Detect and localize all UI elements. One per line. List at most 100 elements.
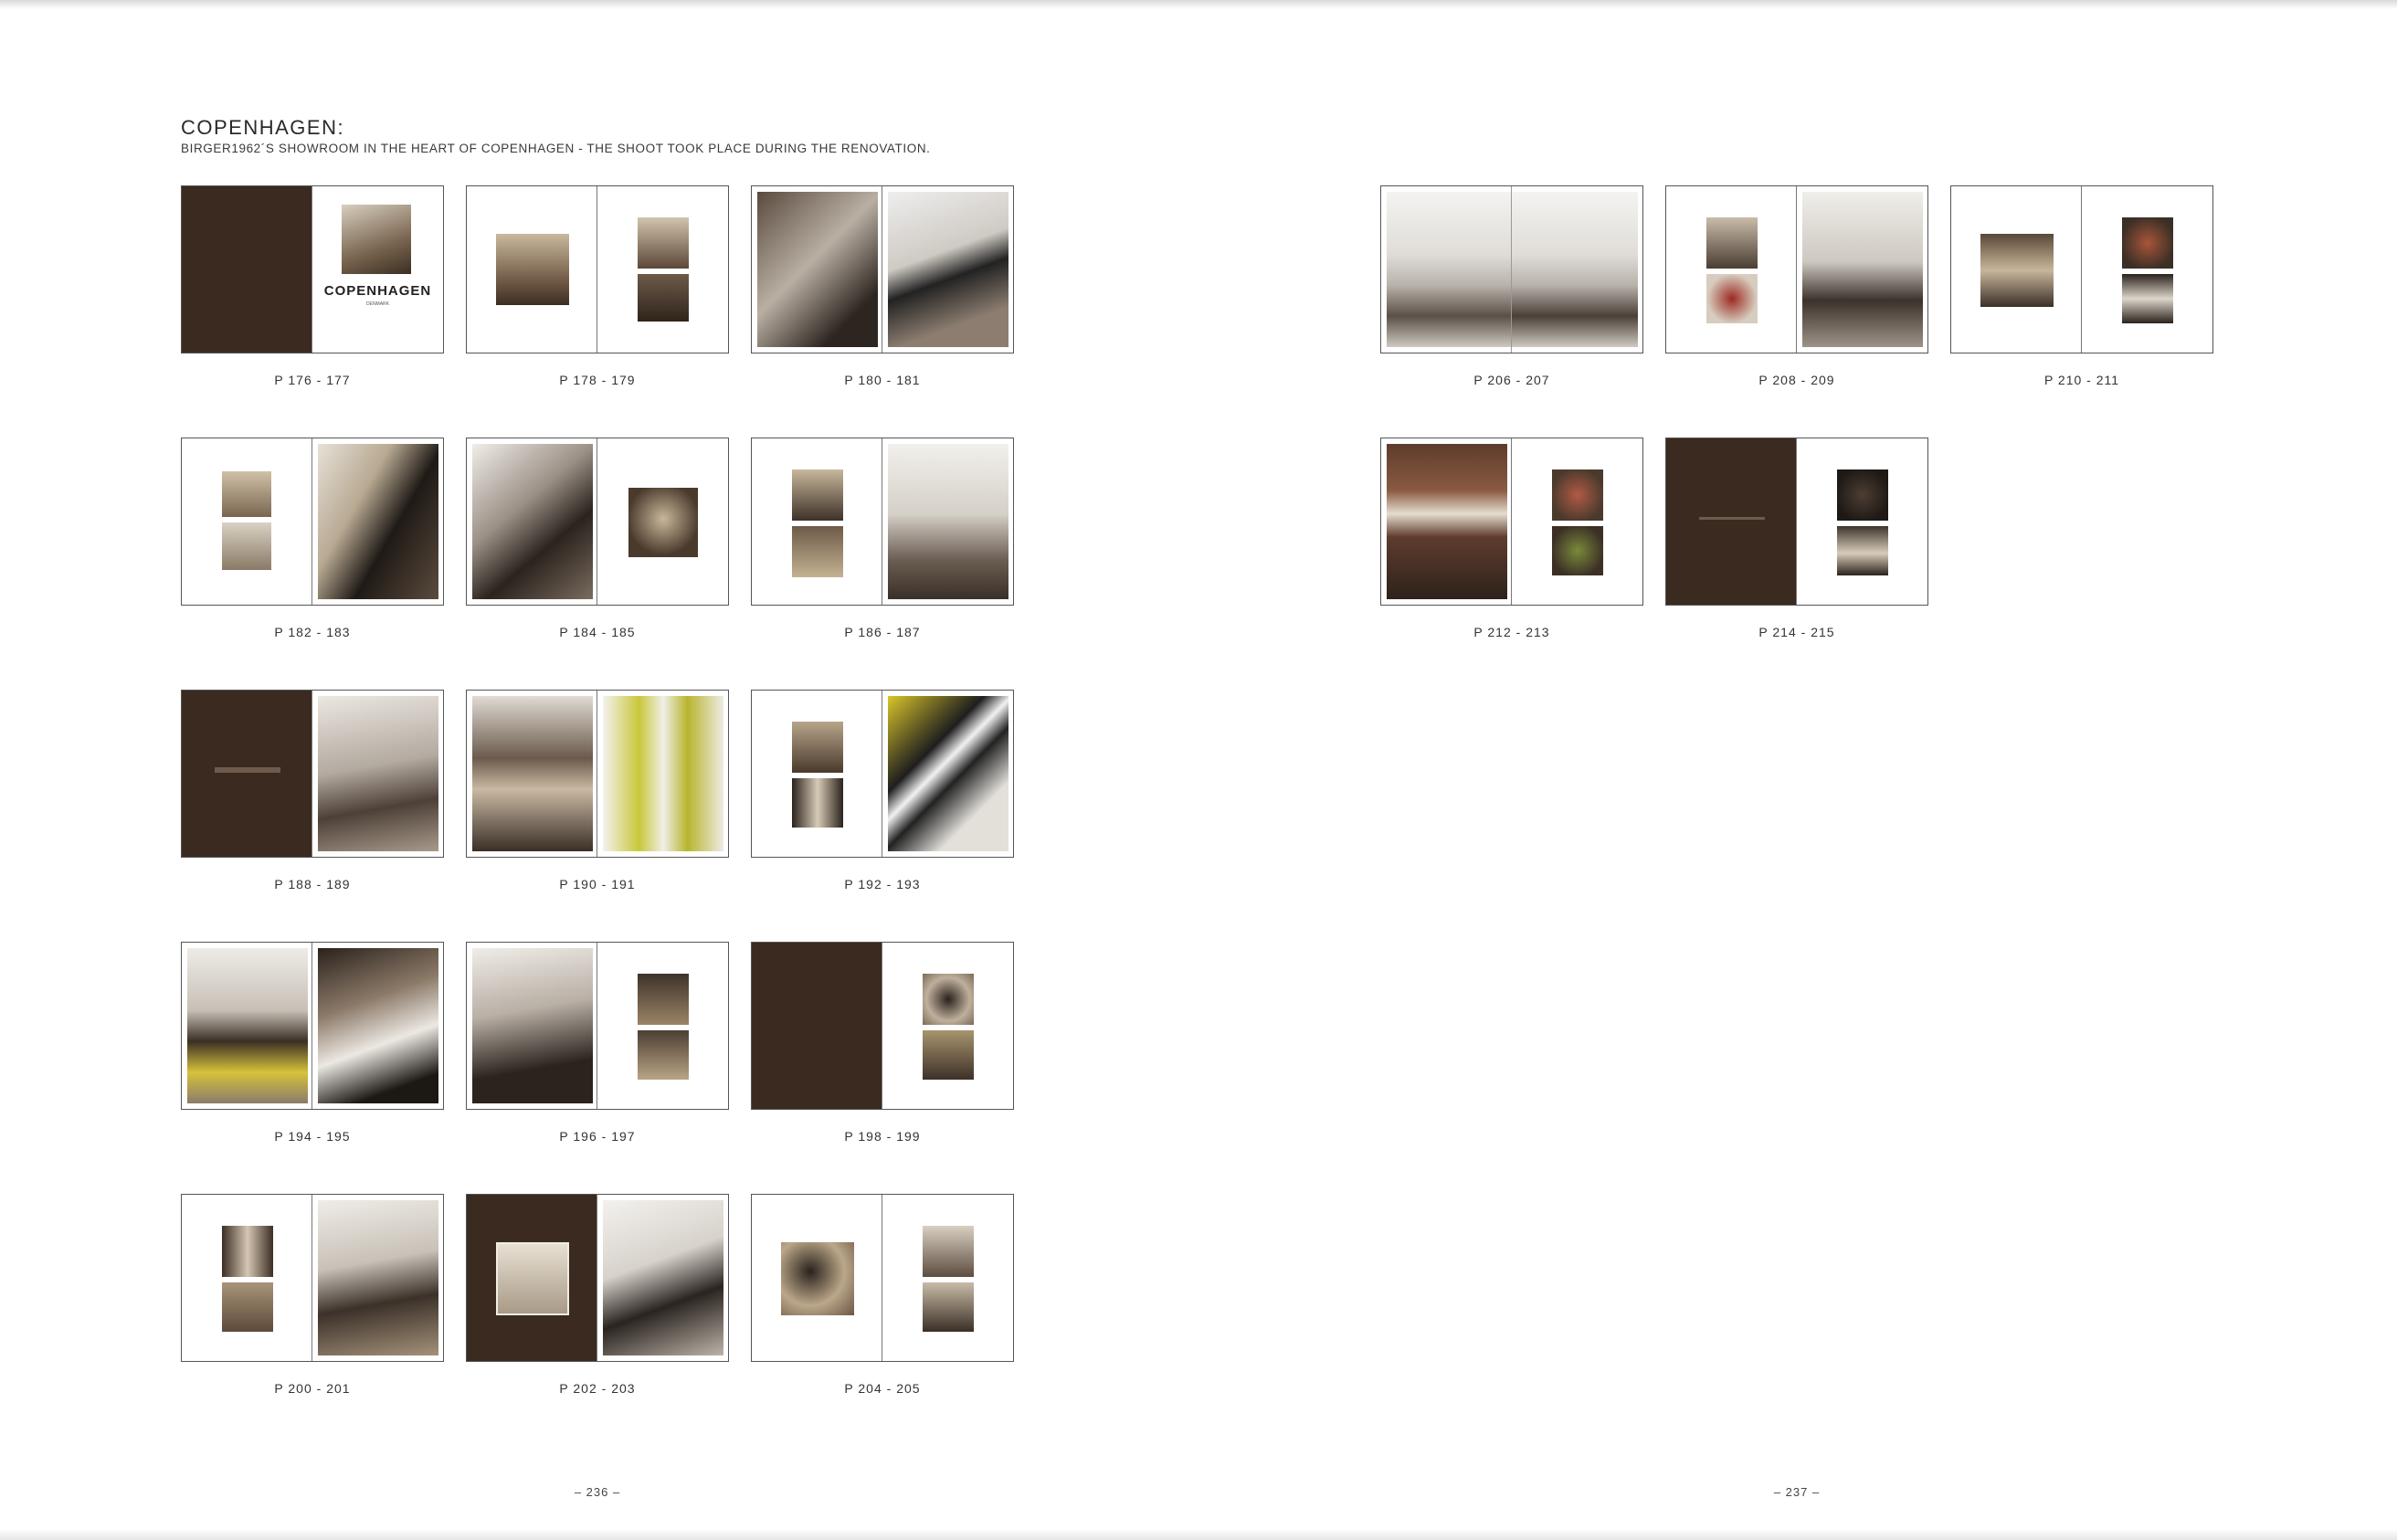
photo <box>603 696 723 851</box>
photo <box>1387 444 1507 599</box>
photo <box>1706 274 1758 323</box>
spread-label: P 186 - 187 <box>844 625 921 639</box>
page <box>1381 186 1512 353</box>
photo <box>638 1030 689 1080</box>
spread-thumbnail[interactable] <box>181 438 444 606</box>
page <box>597 1195 728 1361</box>
spread-label: P 194 - 195 <box>274 1129 351 1144</box>
spread-label: P 198 - 199 <box>844 1129 921 1144</box>
bottom-edge <box>0 1529 2397 1540</box>
spread-thumbnail[interactable] <box>751 690 1014 858</box>
spread-label: P 180 - 181 <box>844 373 921 387</box>
cover-title: COPENHAGEN <box>323 283 432 299</box>
page <box>882 691 1013 857</box>
spread-thumbnail[interactable] <box>751 1194 1014 1362</box>
dark-page <box>752 943 882 1109</box>
page <box>882 438 1013 605</box>
photo <box>1837 469 1888 521</box>
photo <box>923 974 974 1025</box>
spread-label: P 200 - 201 <box>274 1381 351 1396</box>
photo <box>628 488 698 557</box>
spread-thumbnail[interactable] <box>466 185 729 353</box>
photo <box>472 948 593 1103</box>
dark-page <box>182 186 312 353</box>
page <box>1666 186 1797 353</box>
photo <box>187 948 308 1103</box>
section-title: COPENHAGEN: <box>181 116 345 139</box>
photo <box>888 696 1008 851</box>
photo <box>496 234 569 305</box>
page <box>1797 186 1927 353</box>
page <box>597 438 728 605</box>
spread-thumbnail[interactable] <box>751 185 1014 353</box>
photo <box>318 444 438 599</box>
page <box>597 691 728 857</box>
photo <box>318 948 438 1103</box>
page <box>1381 438 1512 605</box>
photo <box>638 274 689 322</box>
photo <box>638 217 689 269</box>
cover-subtitle: DENMARK <box>365 301 390 307</box>
page <box>312 943 443 1109</box>
spread-thumbnail[interactable] <box>1380 185 1643 353</box>
spread-label: P 208 - 209 <box>1758 373 1835 387</box>
page <box>467 943 597 1109</box>
photo <box>1552 469 1603 521</box>
spread-label: P 202 - 203 <box>559 1381 636 1396</box>
page <box>1951 186 2082 353</box>
spread-label: P 210 - 211 <box>2043 373 2120 387</box>
photo <box>1980 234 2054 307</box>
page <box>882 943 1013 1109</box>
page <box>182 1195 312 1361</box>
spread-label: P 190 - 191 <box>559 877 636 891</box>
spread-thumbnail[interactable] <box>181 690 444 858</box>
dark-page <box>182 691 312 857</box>
spread-thumbnail[interactable] <box>751 942 1014 1110</box>
spread-thumbnail[interactable] <box>466 690 729 858</box>
photo <box>603 1200 723 1355</box>
cover-page: COPENHAGEN DENMARK <box>312 186 443 353</box>
spread-thumbnail[interactable] <box>466 438 729 606</box>
page <box>882 186 1013 353</box>
photo <box>781 1242 854 1315</box>
spread-thumbnail[interactable] <box>1380 438 1643 606</box>
spread-thumbnail[interactable] <box>181 942 444 1110</box>
photo <box>792 722 843 773</box>
section-subtitle: BIRGER1962´S SHOWROOM IN THE HEART OF CO… <box>181 142 931 155</box>
spread-thumbnail[interactable] <box>466 942 729 1110</box>
page <box>467 691 597 857</box>
photo <box>792 778 843 828</box>
page <box>312 438 443 605</box>
spread-thumbnail[interactable] <box>751 438 1014 606</box>
spread-label: P 212 - 213 <box>1473 625 1550 639</box>
photo <box>1802 192 1923 347</box>
page <box>1512 186 1642 353</box>
photo <box>923 1226 974 1277</box>
spread-thumbnail[interactable] <box>181 1194 444 1362</box>
spread-thumbnail[interactable]: COPENHAGEN DENMARK <box>181 185 444 353</box>
photo <box>496 1242 569 1315</box>
photo <box>923 1030 974 1080</box>
page <box>882 1195 1013 1361</box>
photo <box>923 1282 974 1332</box>
page <box>467 186 597 353</box>
spread-thumbnail[interactable] <box>1665 185 1928 353</box>
page <box>597 943 728 1109</box>
photo <box>792 526 843 577</box>
spread-thumbnail[interactable] <box>1665 438 1928 606</box>
spread-label: P 176 - 177 <box>274 373 351 387</box>
photo <box>1512 192 1638 347</box>
photo <box>757 192 878 347</box>
photo <box>1387 192 1511 347</box>
spread-label: P 182 - 183 <box>274 625 351 639</box>
page <box>597 186 728 353</box>
page <box>752 438 882 605</box>
spread-thumbnail[interactable] <box>1950 185 2213 353</box>
spread-thumbnail[interactable] <box>466 1194 729 1362</box>
page <box>312 691 443 857</box>
top-edge <box>0 0 2397 9</box>
photo <box>638 974 689 1025</box>
photo <box>222 522 271 570</box>
page <box>1512 438 1642 605</box>
photo <box>888 192 1008 347</box>
